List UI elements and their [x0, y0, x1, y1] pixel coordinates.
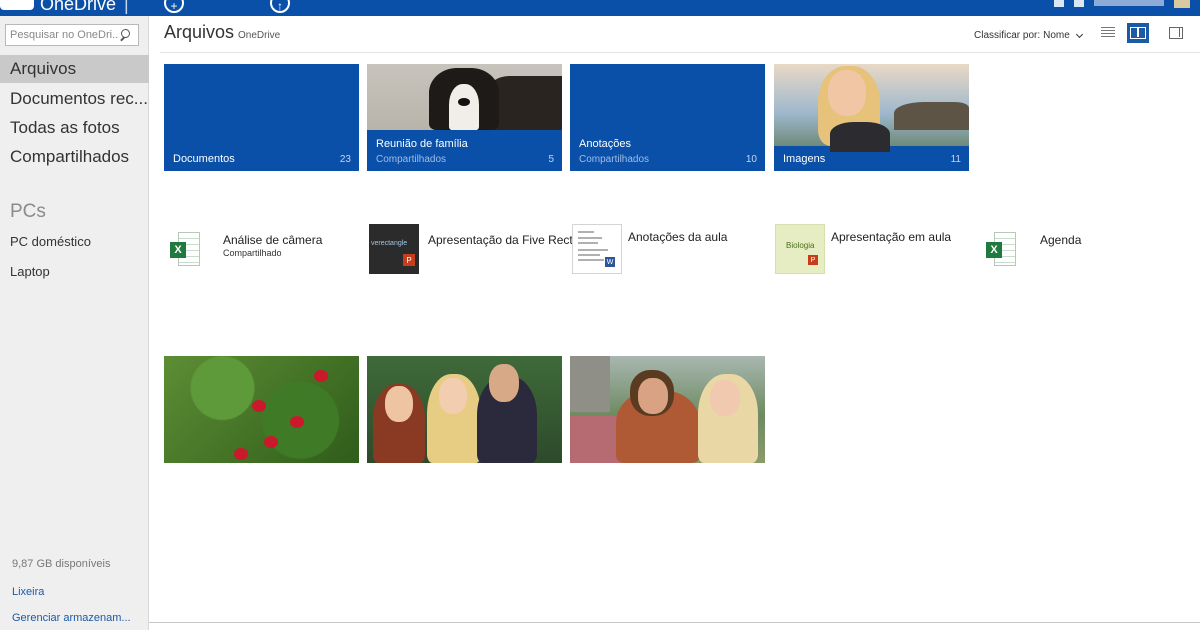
recycle-bin-link[interactable]: Lixeira	[12, 586, 44, 598]
folder-tile[interactable]: Documentos 23	[164, 64, 359, 171]
list-view-icon	[1101, 27, 1115, 39]
file-name: Anotações da aula	[628, 230, 728, 244]
file-subtitle: Compartilhado	[223, 248, 282, 258]
search-box	[5, 24, 139, 46]
file-item[interactable]: X Análise de câmera Compartilhado	[164, 224, 354, 278]
upload-button[interactable]: ↑	[270, 0, 296, 13]
folder-count: 11	[950, 154, 961, 165]
powerpoint-thumbnail: verectangle P	[369, 224, 419, 274]
thumbnail-text: verectangle	[371, 240, 408, 247]
tiles-view-icon	[1130, 27, 1146, 39]
excel-icon: X	[164, 224, 214, 274]
sidebar-item-compartilhados[interactable]: Compartilhados	[0, 143, 149, 171]
file-name: Agenda	[1040, 233, 1082, 247]
word-icon: W	[605, 257, 615, 267]
sidebar-item-label: Arquivos	[10, 59, 77, 78]
onedrive-logo[interactable]: OneDrive |	[0, 0, 129, 14]
cloud-icon	[0, 0, 34, 10]
file-name: Análise de câmera	[223, 233, 323, 247]
powerpoint-icon: P	[808, 255, 818, 265]
search-icon[interactable]	[118, 28, 132, 42]
folder-count: 5	[548, 154, 554, 165]
chevron-down-icon	[1075, 30, 1083, 38]
upload-icon: ↑	[270, 0, 290, 13]
file-name: Apresentação em aula	[831, 230, 952, 244]
folder-name: Reunião de família	[376, 138, 468, 150]
create-button[interactable]: +	[164, 0, 190, 13]
details-pane-icon	[1169, 27, 1183, 39]
sidebar-item-arquivos[interactable]: Arquivos	[0, 55, 149, 83]
sidebar-item-todas-as-fotos[interactable]: Todas as fotos	[0, 114, 149, 142]
bottom-divider	[149, 622, 1200, 623]
brand-separator: |	[124, 0, 129, 14]
folder-tile[interactable]: Imagens 11	[774, 64, 969, 171]
file-item[interactable]: W Anotações da aula	[572, 224, 767, 278]
folder-subtitle: Compartilhados	[376, 154, 447, 165]
folder-name: Imagens	[783, 153, 826, 165]
folder-subtitle: Compartilhados	[579, 154, 650, 165]
powerpoint-thumbnail: Biologia P	[775, 224, 825, 274]
tiles-view-button[interactable]	[1127, 23, 1149, 43]
notifications-icon[interactable]	[1054, 0, 1064, 7]
file-item[interactable]: Biologia P Apresentação em aula	[775, 224, 975, 278]
list-view-button[interactable]	[1097, 23, 1119, 43]
sidebar-item-label: Todas as fotos	[10, 118, 120, 137]
friends-photo[interactable]	[367, 356, 562, 463]
file-item[interactable]: X Agenda	[980, 224, 1100, 278]
sidebar-item-label: Compartilhados	[10, 147, 130, 166]
brand-label: OneDrive	[40, 0, 117, 14]
excel-icon: X	[980, 224, 1030, 274]
folder-name: Documentos	[173, 153, 235, 165]
folder-count: 23	[339, 154, 351, 165]
folder-tile[interactable]: Anotações Compartilhados 10	[570, 64, 765, 171]
sidebar-item-pc-domestico[interactable]: PC doméstico	[10, 234, 91, 249]
breadcrumb[interactable]: OneDrive	[238, 30, 280, 41]
sort-dropdown[interactable]: Classificar por: Nome	[974, 30, 1083, 41]
sort-value: Nome	[1043, 30, 1070, 41]
sidebar-item-laptop[interactable]: Laptop	[10, 264, 50, 279]
plus-icon: +	[164, 0, 184, 13]
storage-available: 9,87 GB disponíveis	[12, 558, 111, 570]
powerpoint-icon: P	[403, 254, 415, 266]
avatar[interactable]	[1174, 0, 1190, 8]
folder-cover-photo	[774, 64, 969, 152]
word-thumbnail: W	[572, 224, 622, 274]
folder-tile[interactable]: Reunião de família Compartilhados 5	[367, 64, 562, 171]
header-divider	[160, 52, 1200, 53]
sort-label: Classificar por:	[974, 30, 1041, 41]
details-pane-button[interactable]	[1165, 23, 1187, 43]
folder-name: Anotações	[579, 138, 631, 150]
flowers-photo[interactable]	[164, 356, 359, 463]
park-photo[interactable]	[570, 356, 765, 463]
file-name: Apresentação da Five Recta	[428, 233, 580, 247]
pcs-heading: PCs	[10, 201, 46, 222]
folder-count: 10	[745, 154, 757, 165]
folder-cover-photo	[367, 64, 562, 130]
top-right-actions	[1054, 0, 1190, 8]
manage-storage-link[interactable]: Gerenciar armazenam...	[12, 612, 131, 624]
user-name[interactable]	[1094, 0, 1164, 6]
page-title: Arquivos	[164, 22, 235, 42]
top-bar: OneDrive | + ↑	[0, 0, 1200, 16]
settings-icon[interactable]	[1074, 0, 1084, 7]
sidebar-item-documentos-recentes[interactable]: Documentos rec...	[0, 85, 149, 113]
sidebar-item-label: Documentos rec...	[10, 89, 148, 108]
search-input[interactable]	[6, 26, 118, 44]
sidebar: Arquivos Documentos rec... Todas as foto…	[0, 16, 149, 630]
file-item[interactable]: verectangle P Apresentação da Five Recta	[369, 224, 579, 278]
thumbnail-text: Biologia	[786, 241, 815, 250]
